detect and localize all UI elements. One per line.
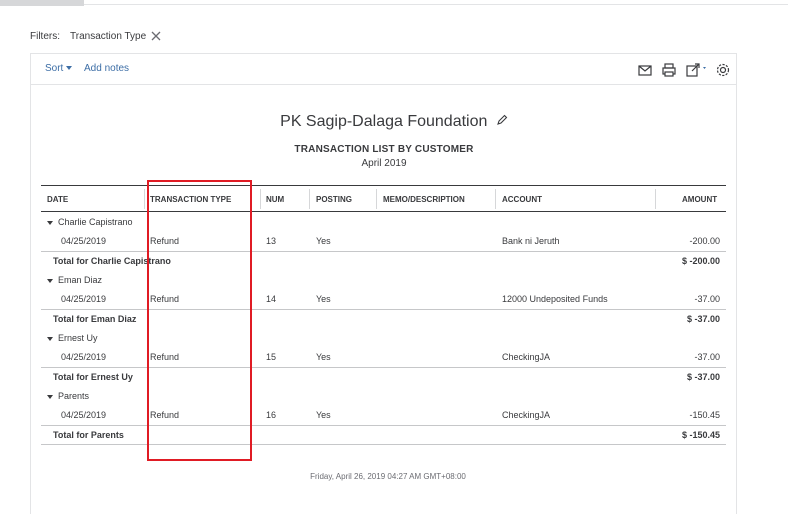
cell-posting: Yes — [316, 410, 331, 420]
column-header-amount[interactable]: AMOUNT — [682, 195, 717, 204]
row-divider — [41, 251, 726, 252]
report-title: TRANSACTION LIST BY CUSTOMER — [294, 144, 474, 155]
caret-down-icon[interactable] — [47, 336, 53, 341]
total-amount: $ -200.00 — [681, 256, 720, 266]
total-label: Total for Eman Diaz — [53, 314, 137, 324]
sort-label: Sort — [45, 63, 64, 74]
customer-name: Charlie Capistrano — [58, 217, 133, 227]
row-divider — [41, 309, 726, 310]
close-icon[interactable] — [150, 30, 162, 42]
column-header-num[interactable]: NUM — [266, 195, 284, 204]
cell-date: 04/25/2019 — [61, 352, 107, 362]
column-divider — [655, 189, 656, 209]
cell-num: 14 — [266, 294, 277, 304]
total-amount: $ -37.00 — [686, 372, 720, 382]
pencil-icon[interactable] — [496, 113, 508, 131]
filters-bar: Filters: Transaction Type — [30, 30, 162, 42]
cell-posting: Yes — [316, 352, 331, 362]
customer-group-header[interactable]: Parents — [47, 391, 89, 401]
cell-posting: Yes — [316, 236, 331, 246]
add-notes-button[interactable]: Add notes — [84, 63, 129, 74]
customer-group-header[interactable]: Eman Diaz — [47, 275, 102, 285]
customer-group-header[interactable]: Ernest Uy — [47, 333, 98, 343]
print-icon[interactable] — [661, 62, 677, 78]
gear-icon[interactable] — [715, 62, 731, 78]
column-header-posting[interactable]: POSTING — [316, 195, 352, 204]
customer-name: Parents — [58, 391, 90, 401]
header-bottom-rule — [41, 211, 726, 212]
company-name: PK Sagip-Dalaga Foundation — [0, 113, 788, 131]
column-header-account[interactable]: ACCOUNT — [502, 195, 542, 204]
table-bottom-rule — [41, 444, 726, 445]
total-amount: $ -37.00 — [686, 314, 720, 324]
transaction-type-highlight-box — [147, 180, 252, 461]
top-bar-divider — [84, 4, 788, 5]
column-divider — [376, 189, 377, 209]
filter-chip-transaction-type: Transaction Type — [70, 30, 147, 42]
filters-label: Filters: — [30, 30, 60, 42]
top-bar-tab — [0, 0, 84, 6]
row-divider — [41, 367, 726, 368]
customer-name: Eman Diaz — [58, 275, 103, 285]
cell-amount: -150.45 — [689, 410, 720, 420]
export-icon[interactable] — [685, 62, 709, 78]
column-divider — [260, 189, 261, 209]
column-header-date[interactable]: DATE — [47, 195, 68, 204]
column-divider — [495, 189, 496, 209]
email-icon[interactable] — [637, 62, 653, 78]
top-bar — [0, 0, 788, 6]
header-top-rule — [41, 185, 726, 186]
caret-down-icon[interactable] — [47, 394, 53, 399]
company-name-text: PK Sagip-Dalaga Foundation — [280, 113, 488, 131]
cell-amount: -200.00 — [689, 236, 720, 246]
cell-date: 04/25/2019 — [61, 410, 107, 420]
column-divider — [309, 189, 310, 209]
report-toolbar: Sort Add notes — [31, 54, 736, 85]
total-label: Total for Parents — [53, 430, 124, 440]
cell-num: 13 — [266, 236, 277, 246]
cell-amount: -37.00 — [694, 352, 720, 362]
column-header-memo[interactable]: MEMO/DESCRIPTION — [383, 195, 465, 204]
cell-account: CheckingJA — [502, 410, 551, 420]
cell-amount: -37.00 — [694, 294, 720, 304]
chevron-down-icon — [66, 66, 73, 71]
total-label: Total for Ernest Uy — [53, 372, 133, 382]
caret-down-icon[interactable] — [47, 220, 53, 225]
report-date-range: April 2019 — [361, 158, 407, 169]
row-divider — [41, 425, 726, 426]
customer-group-header[interactable]: Charlie Capistrano — [47, 217, 133, 227]
cell-posting: Yes — [316, 294, 331, 304]
sort-button[interactable]: Sort — [45, 63, 73, 74]
cell-num: 16 — [266, 410, 277, 420]
cell-date: 04/25/2019 — [61, 236, 107, 246]
customer-name: Ernest Uy — [58, 333, 98, 343]
cell-account: CheckingJA — [502, 352, 551, 362]
total-amount: $ -150.45 — [681, 430, 720, 440]
cell-num: 15 — [266, 352, 277, 362]
cell-account: Bank ni Jeruth — [502, 236, 560, 246]
cell-date: 04/25/2019 — [61, 294, 107, 304]
cell-account: 12000 Undeposited Funds — [502, 294, 608, 304]
caret-down-icon[interactable] — [47, 278, 53, 283]
report-footer-timestamp: Friday, April 26, 2019 04:27 AM GMT+08:0… — [310, 472, 466, 481]
column-divider — [144, 189, 145, 209]
